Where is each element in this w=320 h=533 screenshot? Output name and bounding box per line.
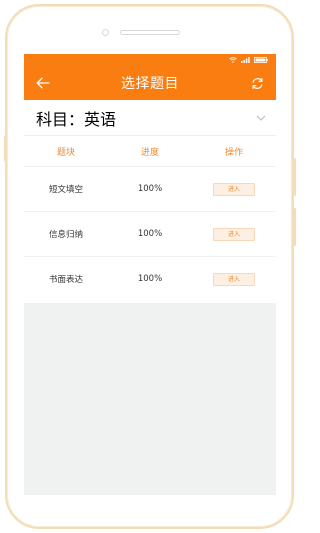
enter-button[interactable]: 进入 — [213, 227, 255, 241]
enter-button[interactable]: 进入 — [213, 182, 255, 196]
back-button[interactable] — [34, 74, 52, 92]
table-row: 书面表达 100% 进入 — [24, 256, 276, 301]
enter-button[interactable]: 进入 — [213, 272, 255, 286]
status-bar — [24, 54, 276, 66]
progress-value: 100% — [137, 274, 163, 284]
battery-icon — [254, 57, 268, 63]
title-bar: 选择题目 — [24, 66, 276, 100]
block-name: 信息归纳 — [48, 230, 83, 240]
column-header-block: 题块 — [56, 147, 75, 158]
subject-label: 科目：英语 — [36, 109, 117, 129]
table-bottom-spacer — [24, 301, 276, 303]
column-header-action: 操作 — [224, 147, 243, 158]
signal-icon — [241, 57, 250, 63]
table-header: 题块 进度 操作 — [24, 136, 276, 166]
app-screen: 选择题目 科目：英语 题块 进度 操作 短文填空 100% 进入 信息归纳 10… — [24, 54, 276, 495]
phone-side-button — [4, 136, 7, 162]
phone-power-button — [293, 208, 296, 246]
column-header-progress: 进度 — [140, 147, 159, 158]
table-row: 信息归纳 100% 进入 — [24, 211, 276, 256]
page-title: 选择题目 — [121, 76, 179, 92]
wifi-icon — [229, 57, 237, 63]
phone-camera — [102, 29, 109, 36]
progress-value: 100% — [137, 184, 163, 194]
subject-selector[interactable]: 科目：英语 — [24, 100, 276, 136]
progress-value: 100% — [137, 229, 163, 239]
phone-volume-button — [293, 158, 296, 196]
app-header: 选择题目 — [24, 54, 276, 100]
refresh-icon — [252, 77, 262, 89]
chevron-down-icon — [256, 115, 266, 121]
phone-speaker — [120, 30, 180, 35]
refresh-button[interactable] — [248, 74, 266, 92]
block-name: 书面表达 — [48, 275, 83, 285]
arrow-left-icon — [36, 77, 50, 89]
action-cell: 进入 — [192, 182, 276, 196]
action-cell: 进入 — [192, 272, 276, 286]
action-cell: 进入 — [192, 227, 276, 241]
block-name: 短文填空 — [48, 185, 83, 195]
table-row: 短文填空 100% 进入 — [24, 166, 276, 211]
question-block-table: 题块 进度 操作 短文填空 100% 进入 信息归纳 100% 进入 书面表达 … — [24, 136, 276, 303]
